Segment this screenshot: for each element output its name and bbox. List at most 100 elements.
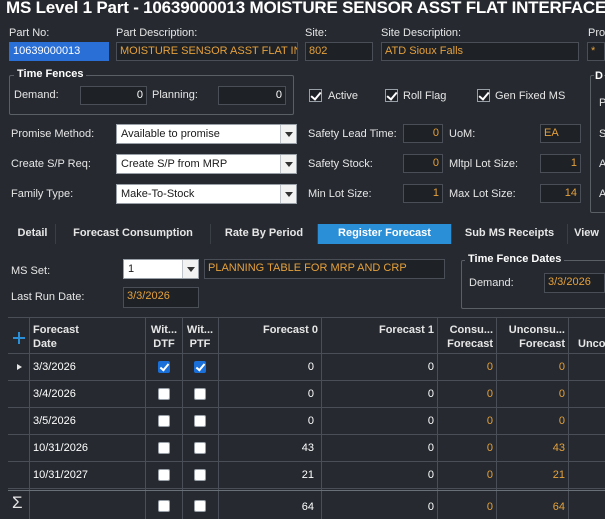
pro-field[interactable]: * — [587, 42, 605, 61]
totals-ptf-checkbox[interactable] — [194, 500, 206, 512]
within-ptf-checkbox[interactable] — [194, 415, 206, 427]
col-consumed-forecast-header[interactable]: Consu... Forecast — [440, 323, 493, 351]
create-sp-req-value: Create S/P from MRP — [121, 158, 228, 170]
unconsumed-forecast-cell[interactable]: 0 — [499, 388, 565, 400]
gen-fixed-ms-label: Gen Fixed MS — [495, 90, 566, 102]
table-row[interactable]: 3/4/2026 0 0 0 0 — [8, 381, 605, 408]
forecast-grid[interactable]: Forecast Date Wit... DTF Wit... PTF Fore… — [8, 317, 605, 519]
tab-rate-by-period[interactable]: Rate By Period — [211, 224, 318, 244]
part-description-label: Part Description: — [116, 27, 198, 39]
tab-sub-ms-receipts[interactable]: Sub MS Receipts — [452, 224, 568, 244]
consumed-forecast-cell[interactable]: 0 — [440, 361, 493, 373]
tf-demand-date-field[interactable]: 3/3/2026 — [544, 273, 605, 293]
site-field[interactable]: 802 — [305, 42, 373, 61]
part-no-label: Part No: — [9, 27, 50, 39]
forecast1-cell[interactable]: 0 — [325, 442, 434, 454]
gen-fixed-ms-checkbox[interactable] — [477, 89, 490, 102]
demand-time-fence-field[interactable]: 0 — [80, 86, 147, 105]
safety-stock-field[interactable]: 0 — [403, 154, 443, 173]
consumed-forecast-cell[interactable]: 0 — [440, 442, 493, 454]
totals-divider — [8, 490, 605, 491]
ms-set-select[interactable]: 1 — [123, 259, 199, 279]
within-dtf-checkbox[interactable] — [158, 442, 170, 454]
forecast0-cell[interactable]: 43 — [222, 442, 314, 454]
forecast1-cell[interactable]: 0 — [325, 469, 434, 481]
unconsumed-forecast-cell[interactable]: 0 — [499, 415, 565, 427]
tab-forecast-consumption[interactable]: Forecast Consumption — [56, 224, 211, 244]
chevron-down-icon[interactable] — [182, 260, 198, 278]
planning-label: Planning: — [152, 89, 198, 101]
safety-lead-time-field[interactable]: 0 — [403, 124, 443, 143]
forecast-date-cell[interactable]: 3/5/2026 — [33, 415, 76, 427]
planning-time-fence-field[interactable]: 0 — [218, 86, 286, 105]
family-type-select[interactable]: Make-To-Stock — [116, 184, 297, 204]
unconsumed-forecast-cell[interactable]: 43 — [499, 442, 565, 454]
uom-field[interactable]: EA — [540, 124, 581, 143]
chevron-down-icon[interactable] — [280, 125, 296, 143]
part-description-field[interactable]: MOISTURE SENSOR ASST FLAT INTE — [116, 42, 298, 61]
site-description-field[interactable]: ATD Sioux Falls — [381, 42, 579, 61]
col-forecast1-header[interactable]: Forecast 1 — [325, 323, 434, 337]
family-type-label: Family Type: — [11, 188, 74, 200]
forecast0-cell[interactable]: 0 — [222, 415, 314, 427]
forecast-date-cell[interactable]: 3/3/2026 — [33, 361, 76, 373]
col-within-ptf-header[interactable]: Wit... PTF — [185, 323, 215, 351]
tab-view[interactable]: View — [568, 224, 605, 244]
ms-set-value: 1 — [128, 263, 135, 275]
within-dtf-checkbox[interactable] — [158, 388, 170, 400]
consumed-forecast-cell[interactable]: 0 — [440, 415, 493, 427]
unconsumed-forecast-cell[interactable]: 21 — [499, 469, 565, 481]
col-within-dtf-header[interactable]: Wit... DTF — [149, 323, 179, 351]
table-row[interactable]: 10/31/2026 43 0 0 43 — [8, 435, 605, 462]
consumed-forecast-cell[interactable]: 0 — [440, 469, 493, 481]
col-forecast0-header[interactable]: Forecast 0 — [222, 323, 318, 337]
create-sp-req-select[interactable]: Create S/P from MRP — [116, 154, 297, 174]
table-row[interactable]: 3/3/2026 0 0 0 0 — [8, 354, 605, 381]
time-fences-title: Time Fences — [14, 68, 87, 80]
ms-set-description-field[interactable]: PLANNING TABLE FOR MRP AND CRP — [204, 259, 445, 279]
tab-detail[interactable]: Detail — [10, 224, 56, 244]
min-lot-size-field[interactable]: 1 — [403, 184, 443, 203]
forecast0-cell[interactable]: 0 — [222, 361, 314, 373]
totals-dtf-checkbox[interactable] — [158, 500, 170, 512]
mltpl-lot-size-field[interactable]: 1 — [540, 154, 581, 173]
consumed-forecast-cell[interactable]: 0 — [440, 388, 493, 400]
max-lot-size-field[interactable]: 14 — [540, 184, 581, 203]
table-row[interactable]: 3/5/2026 0 0 0 0 — [8, 408, 605, 435]
promise-method-select[interactable]: Available to promise — [116, 124, 297, 144]
forecast1-cell[interactable]: 0 — [325, 388, 434, 400]
chevron-down-icon[interactable] — [280, 185, 296, 203]
chevron-down-icon[interactable] — [280, 155, 296, 173]
part-no-field[interactable]: 10639000013 — [9, 42, 109, 61]
forecast0-cell[interactable]: 0 — [222, 388, 314, 400]
within-dtf-checkbox[interactable] — [158, 361, 170, 373]
forecast0-cell[interactable]: 21 — [222, 469, 314, 481]
roll-flag-checkbox[interactable] — [385, 89, 398, 102]
row-divider — [8, 488, 605, 489]
col-forecast-date-header[interactable]: Forecast Date — [33, 323, 79, 351]
within-ptf-checkbox[interactable] — [194, 388, 206, 400]
right-panel-label-3: A — [599, 158, 605, 170]
forecast-date-cell[interactable]: 3/4/2026 — [33, 388, 76, 400]
col-unconsumed-forecast-header[interactable]: Unconsu... Forecast — [499, 323, 565, 351]
safety-stock-label: Safety Stock: — [308, 158, 373, 170]
within-dtf-checkbox[interactable] — [158, 415, 170, 427]
within-ptf-checkbox[interactable] — [194, 361, 206, 373]
tab-register-forecast[interactable]: Register Forecast — [318, 224, 452, 244]
total-consumed: 0 — [486, 501, 493, 513]
forecast1-cell[interactable]: 0 — [325, 415, 434, 427]
active-checkbox[interactable] — [309, 89, 322, 102]
plus-icon[interactable] — [13, 332, 25, 344]
within-dtf-checkbox[interactable] — [158, 469, 170, 481]
unconsumed-forecast-cell[interactable]: 0 — [499, 361, 565, 373]
forecast-date-cell[interactable]: 10/31/2026 — [33, 442, 88, 454]
col-unco-header[interactable]: Unco — [578, 337, 605, 351]
within-ptf-checkbox[interactable] — [194, 442, 206, 454]
forecast-date-cell[interactable]: 10/31/2027 — [33, 469, 88, 481]
right-panel-label-2: S — [599, 128, 605, 140]
within-ptf-checkbox[interactable] — [194, 469, 206, 481]
table-row[interactable]: 10/31/2027 21 0 0 21 — [8, 462, 605, 489]
last-run-date-field[interactable]: 3/3/2026 — [123, 287, 199, 308]
tab-strip: Detail Forecast Consumption Rate By Peri… — [10, 224, 605, 244]
forecast1-cell[interactable]: 0 — [325, 361, 434, 373]
